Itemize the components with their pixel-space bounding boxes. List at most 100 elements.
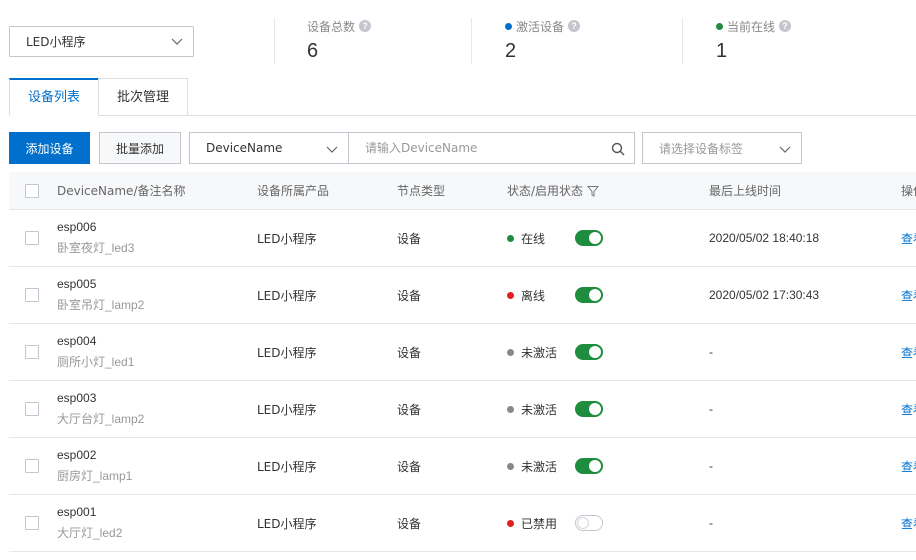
device-name: esp005 (57, 277, 97, 291)
status-dot-icon (507, 405, 514, 413)
last-online-cell: - (709, 516, 713, 530)
last-online-cell: 2020/05/02 17:30:43 (709, 288, 820, 302)
tab-batch-management[interactable]: 批次管理 (98, 78, 188, 116)
enable-toggle[interactable] (575, 230, 603, 246)
tag-select[interactable]: 请选择设备标签 (642, 132, 802, 164)
view-link[interactable]: 查看 (901, 458, 916, 475)
status-cell: 离线 (507, 267, 545, 323)
view-link-cell: 查看 (901, 495, 916, 551)
row-checkbox[interactable] (25, 345, 39, 359)
row-checkbox[interactable] (25, 288, 39, 302)
add-device-button[interactable]: 添加设备 (9, 132, 90, 164)
tab-label: 设备列表 (27, 90, 80, 105)
view-link[interactable]: 查看 (901, 344, 916, 361)
tab-device-list[interactable]: 设备列表 (9, 78, 99, 116)
search-box (348, 132, 635, 164)
help-icon[interactable]: ? (568, 20, 581, 32)
chevron-down-icon (171, 38, 183, 45)
stat-divider (471, 18, 472, 64)
select-all-checkbox[interactable] (25, 183, 39, 198)
row-checkbox[interactable] (25, 402, 39, 416)
enable-toggle-cell (575, 210, 603, 266)
header-actions: 操作 (901, 184, 916, 198)
product-cell: LED小程序 (257, 402, 317, 417)
view-link[interactable]: 查看 (901, 287, 916, 304)
enable-toggle-cell (575, 438, 603, 494)
view-link[interactable]: 查看 (901, 515, 916, 532)
view-link-cell: 查看 (901, 324, 916, 380)
enable-toggle[interactable] (575, 515, 603, 531)
view-link-cell: 查看 (901, 381, 916, 437)
toggle-knob (589, 289, 601, 301)
status-cell: 未激活 (507, 438, 557, 494)
header-last-online: 最后上线时间 (709, 184, 782, 198)
device-name-cell: esp001 大厅灯_led2 (57, 495, 122, 551)
header-node-type: 节点类型 (397, 184, 446, 198)
status-dot-icon (507, 234, 514, 242)
search-icon[interactable] (611, 142, 625, 156)
toggle-knob (577, 517, 589, 529)
toggle-knob (589, 232, 601, 244)
row-checkbox[interactable] (25, 516, 39, 530)
device-name: esp003 (57, 391, 97, 405)
stat-total-label: 设备总数 (307, 19, 356, 34)
device-name: esp004 (57, 334, 97, 348)
filter-icon[interactable] (587, 185, 600, 197)
product-select-value: LED小程序 (26, 35, 86, 49)
device-table: DeviceName/备注名称 设备所属产品 节点类型 状态/启用状态 最后上线… (9, 172, 916, 552)
tab-label: 批次管理 (116, 90, 169, 105)
product-cell: LED小程序 (257, 231, 317, 246)
search-input[interactable] (365, 133, 605, 163)
view-link-cell: 查看 (901, 438, 916, 494)
table-header: DeviceName/备注名称 设备所属产品 节点类型 状态/启用状态 最后上线… (9, 172, 916, 210)
header-status: 状态/启用状态 (507, 172, 600, 209)
device-alias: 卧室吊灯_lamp2 (57, 298, 145, 312)
view-link-cell: 查看 (901, 210, 916, 266)
help-icon[interactable]: ? (359, 20, 372, 32)
online-dot-icon (716, 22, 723, 30)
device-alias: 大厅台灯_lamp2 (57, 412, 145, 426)
device-alias: 厕所小灯_led1 (57, 355, 135, 369)
select-all-cell (25, 172, 39, 209)
product-cell: LED小程序 (257, 345, 317, 360)
device-name-cell: esp005 卧室吊灯_lamp2 (57, 267, 144, 323)
row-checkbox[interactable] (25, 231, 39, 245)
stat-divider (682, 18, 683, 64)
status-dot-icon (507, 291, 514, 299)
status-text: 未激活 (521, 345, 558, 360)
device-name-cell: esp003 大厅台灯_lamp2 (57, 381, 144, 437)
batch-add-button[interactable]: 批量添加 (99, 132, 181, 164)
help-icon[interactable]: ? (779, 20, 792, 32)
node-type-cell: 设备 (397, 459, 422, 474)
status-dot-icon (507, 462, 514, 470)
row-checkbox[interactable] (25, 459, 39, 473)
product-select[interactable]: LED小程序 (9, 26, 194, 57)
enable-toggle[interactable] (575, 458, 603, 474)
search-field-select[interactable]: DeviceName (189, 132, 349, 164)
status-text: 未激活 (521, 459, 558, 474)
status-cell: 在线 (507, 210, 545, 266)
enable-toggle[interactable] (575, 344, 603, 360)
row-select-cell (25, 324, 39, 380)
device-name: esp006 (57, 220, 97, 234)
enable-toggle[interactable] (575, 287, 603, 303)
stat-activated: 激活设备? 2 (505, 18, 581, 63)
device-name: esp002 (57, 448, 97, 462)
view-link[interactable]: 查看 (901, 230, 916, 247)
stat-activated-label: 激活设备 (516, 19, 565, 34)
status-text: 未激活 (521, 402, 558, 417)
enable-toggle-cell (575, 495, 603, 551)
toggle-knob (589, 403, 601, 415)
device-name-cell: esp004 厕所小灯_led1 (57, 324, 134, 380)
header-name: DeviceName/备注名称 (57, 184, 186, 198)
device-name-cell: esp002 厨房灯_lamp1 (57, 438, 132, 494)
toggle-knob (589, 346, 601, 358)
activated-dot-icon (505, 22, 512, 30)
view-link[interactable]: 查看 (901, 401, 916, 418)
enable-toggle[interactable] (575, 401, 603, 417)
row-select-cell (25, 495, 39, 551)
device-alias: 大厅灯_led2 (57, 526, 123, 540)
tag-select-placeholder: 请选择设备标签 (659, 141, 744, 156)
device-name-cell: esp006 卧室夜灯_led3 (57, 210, 134, 266)
status-cell: 未激活 (507, 324, 557, 380)
